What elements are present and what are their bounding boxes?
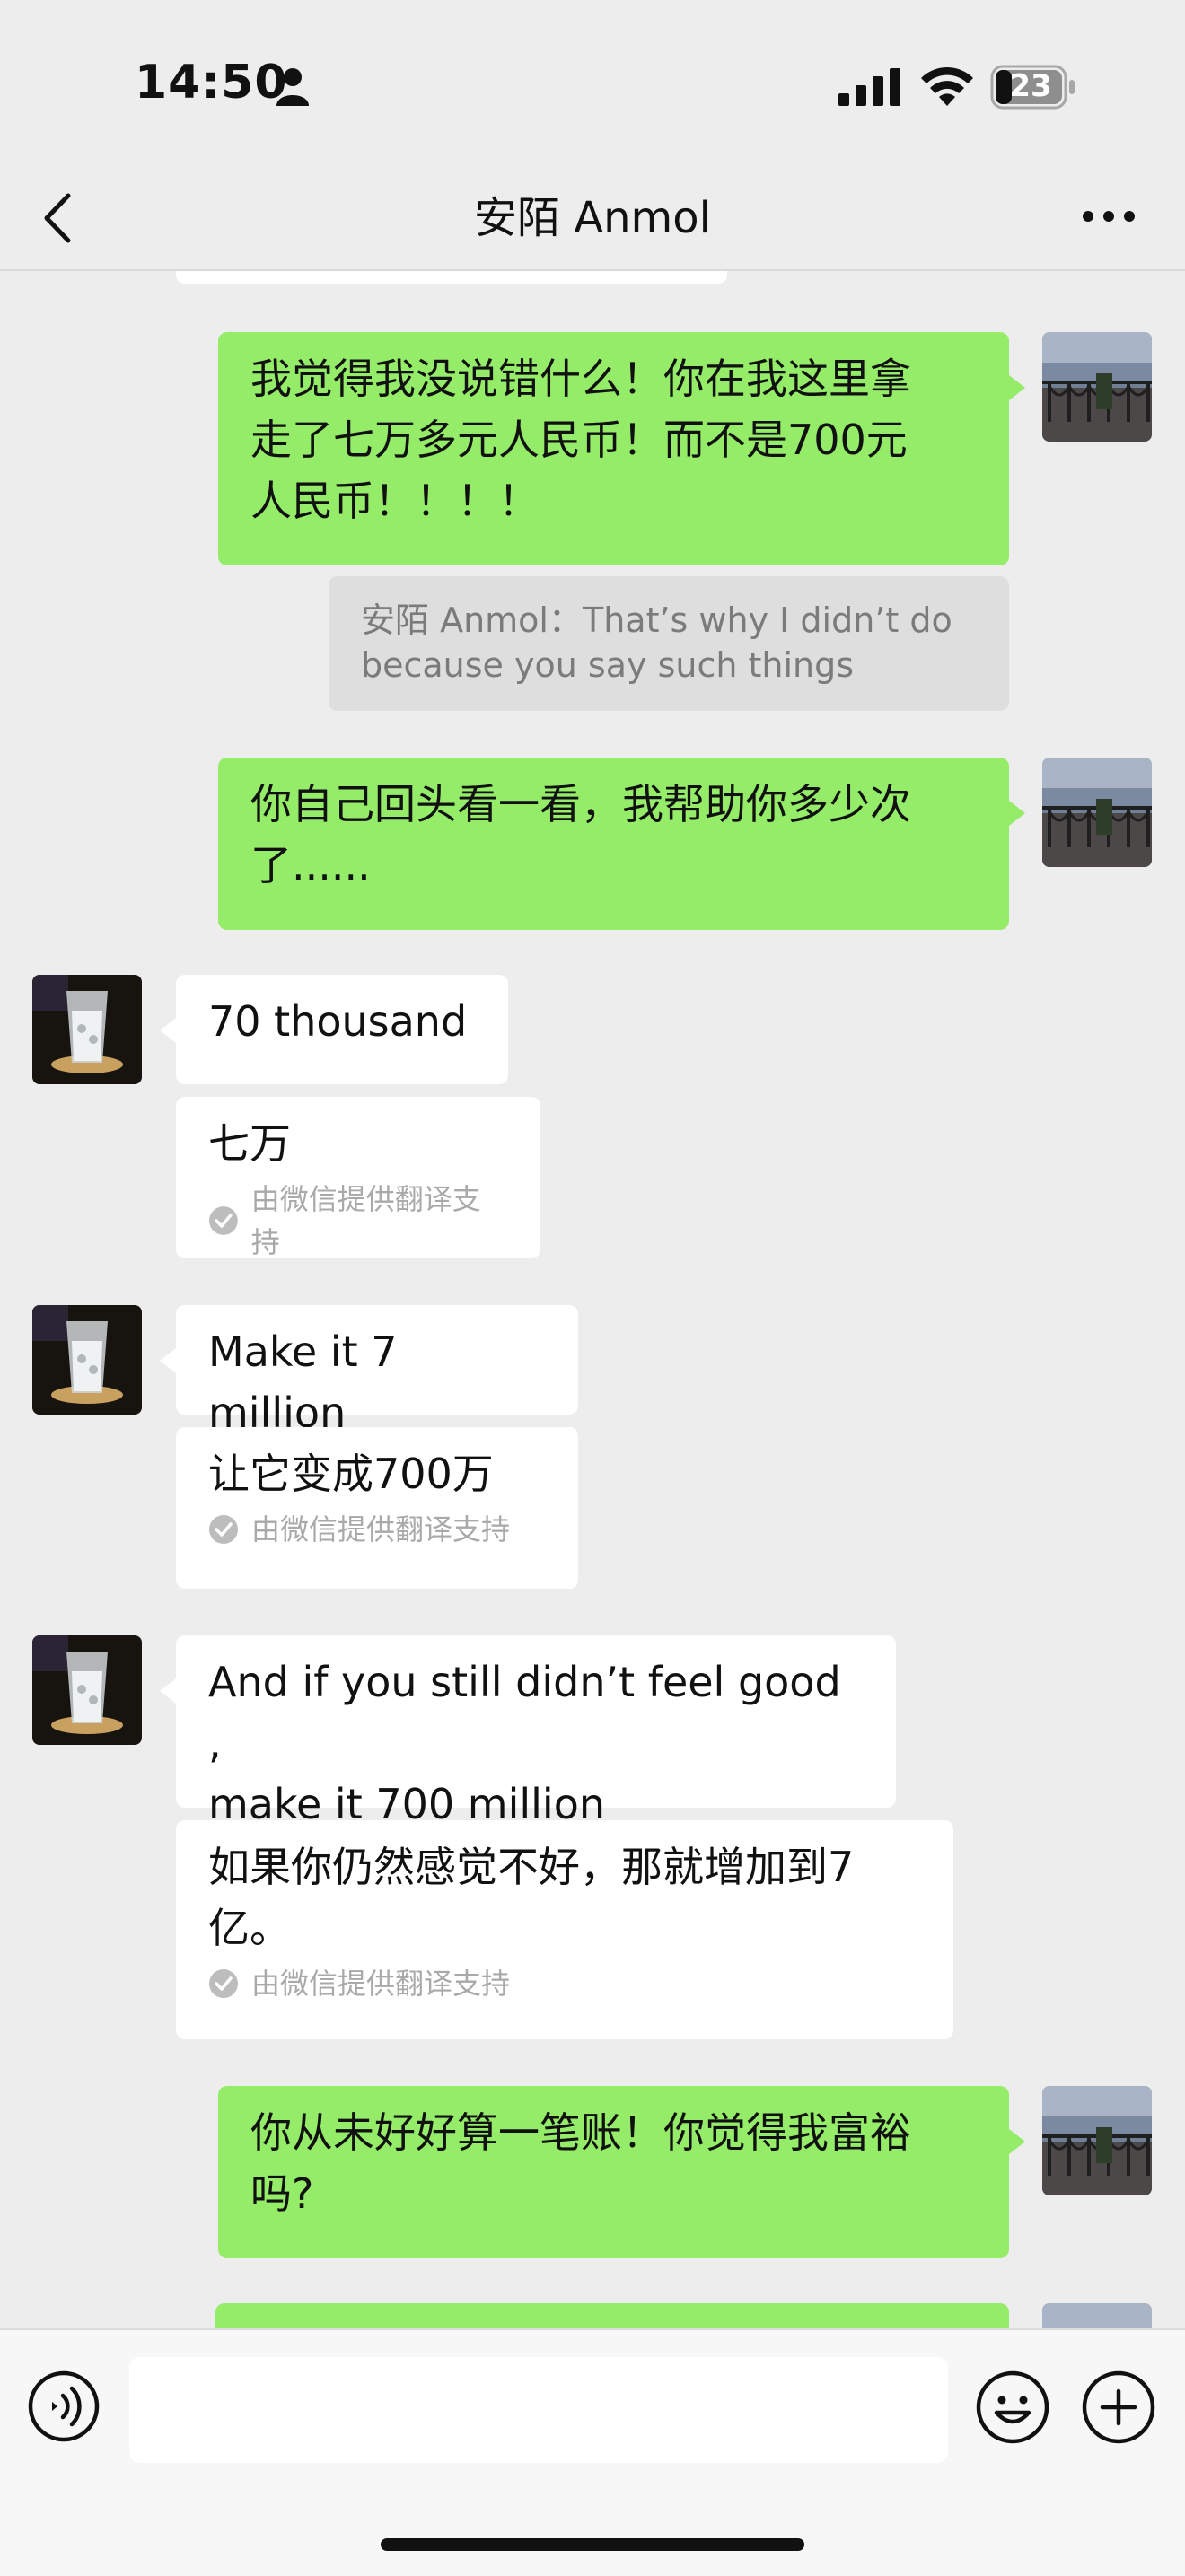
translation-text: 让它变成700万 [208, 1450, 494, 1498]
message-text-line: 你从未好好算一笔账！你觉得我富裕 [250, 2108, 911, 2157]
check-icon [209, 1969, 238, 1998]
translation-note-text: 由微信提供翻译支持 [251, 1512, 511, 1546]
translation-bubble[interactable]: 七万 由微信提供翻译支持 [176, 1097, 540, 1259]
my-avatar[interactable] [1042, 758, 1152, 867]
sent-message-bubble-partial[interactable] [215, 2303, 1009, 2328]
received-message-bubble[interactable]: 70 thousand [160, 975, 508, 1084]
translation-bubble[interactable]: 让它变成700万 由微信提供翻译支持 [176, 1427, 578, 1589]
sent-message-bubble[interactable]: 你从未好好算一笔账！你觉得我富裕 吗? [218, 2086, 1025, 2258]
translation-note: 由微信提供翻译支持 [208, 1508, 546, 1551]
check-icon [209, 1515, 238, 1544]
translation-note: 由微信提供翻译支持 [208, 1962, 921, 2005]
message-text: Make it 7 million [208, 1327, 398, 1437]
message-text-line: 了...... [250, 841, 371, 889]
signal-icon [838, 68, 900, 106]
translation-text: 七万 [208, 1119, 291, 1168]
message-text-line: And if you still didn’t feel good , [208, 1658, 841, 1767]
contact-avatar[interactable] [32, 1635, 142, 1745]
my-avatar[interactable] [1042, 2303, 1152, 2328]
translation-note-text: 由微信提供翻译支持 [251, 1967, 511, 2001]
battery-level: 23 [1009, 68, 1052, 104]
translation-text-line: 如果你仍然感觉不好，那就增加到7 [208, 1843, 855, 1891]
message-text-line: 吗? [250, 2169, 314, 2218]
input-bar [0, 2328, 1185, 2576]
translation-bubble[interactable]: 如果你仍然感觉不好，那就增加到7 亿。 由微信提供翻译支持 [176, 1820, 953, 2039]
received-message-bubble[interactable]: And if you still didn’t feel good , make… [160, 1635, 896, 1828]
status-bar: 14:50 23 [0, 0, 1185, 171]
message-text-line: 我觉得我没说错什么！你在我这里拿 [250, 355, 911, 403]
chat-header: 安陌 Anmol [0, 171, 1185, 271]
contact-avatar[interactable] [32, 975, 142, 1084]
wifi-icon [921, 66, 973, 106]
message-text: 70 thousand [208, 997, 468, 1046]
home-indicator [381, 2538, 804, 2551]
person-icon [276, 68, 309, 106]
message-list[interactable]: 我觉得我没说错什么！你在我这里拿 走了七万多元人民币！而不是700元 人民币！！… [0, 271, 1185, 2328]
my-avatar[interactable] [1042, 332, 1152, 442]
translation-note-text: 由微信提供翻译支持 [250, 1182, 481, 1259]
message-text-line: 人民币！！！！ [250, 477, 540, 525]
my-avatar[interactable] [1042, 2086, 1152, 2195]
more-icon[interactable] [1077, 203, 1140, 230]
message-bubble-partial[interactable] [176, 271, 727, 284]
voice-icon[interactable] [27, 2370, 101, 2443]
contact-avatar[interactable] [32, 1305, 142, 1415]
quote-text-line: because you say such things [361, 645, 855, 685]
sent-message-bubble[interactable]: 我觉得我没说错什么！你在我这里拿 走了七万多元人民币！而不是700元 人民币！！… [218, 332, 1025, 565]
message-text-line: 走了七万多元人民币！而不是700元 [250, 416, 908, 464]
translation-text-line: 亿。 [208, 1904, 291, 1952]
status-time: 14:50 [135, 56, 288, 110]
check-icon [208, 1206, 238, 1235]
message-text-line: 你自己回头看一看，我帮助你多少次 [250, 780, 911, 828]
chat-title: 安陌 Anmol [474, 193, 711, 243]
sent-message-bubble[interactable]: 你自己回头看一看，我帮助你多少次 了...... [218, 758, 1025, 930]
emoji-icon[interactable] [975, 2370, 1050, 2445]
quoted-message[interactable]: 安陌 Anmol：That’s why I didn’t do because … [329, 576, 1009, 711]
quote-text-line: 安陌 Anmol：That’s why I didn’t do [361, 600, 952, 640]
plus-icon[interactable] [1081, 2370, 1156, 2445]
received-message-bubble[interactable]: Make it 7 million [160, 1305, 578, 1437]
translation-note: 由微信提供翻译支持 [208, 1178, 508, 1264]
message-input[interactable] [129, 2357, 948, 2463]
